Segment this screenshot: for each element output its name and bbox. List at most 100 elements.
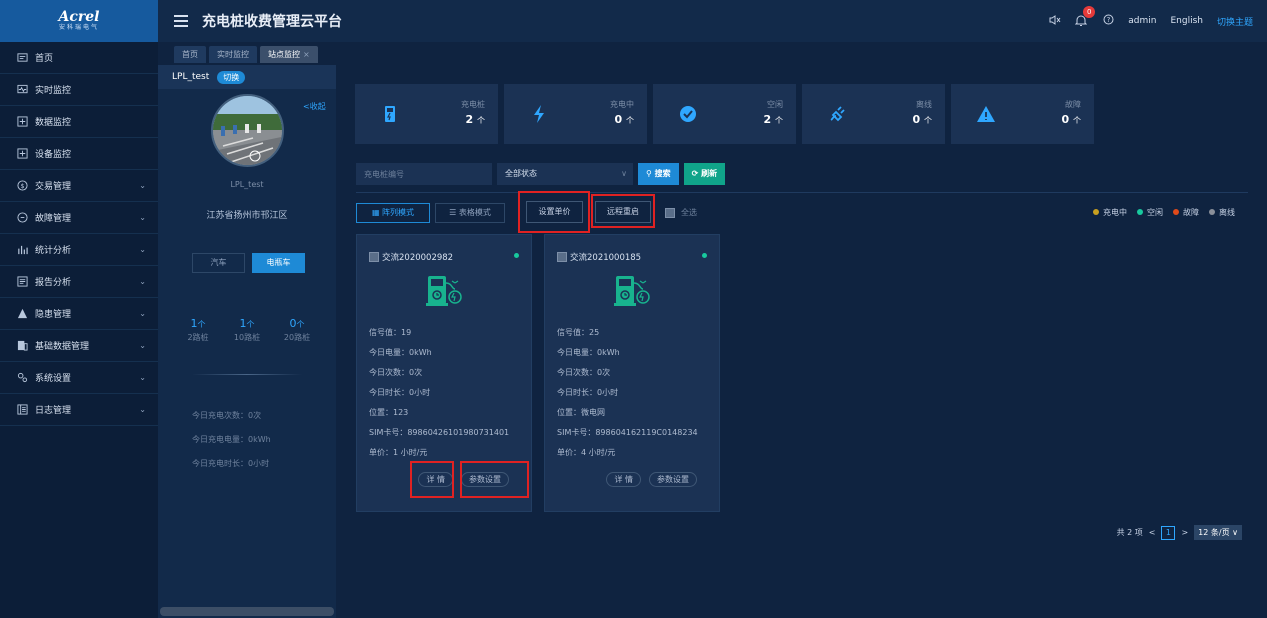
sidebar-item[interactable]: 基础数据管理 ⌄: [0, 330, 158, 362]
user-name[interactable]: admin: [1128, 16, 1156, 26]
unplugged-icon: [827, 104, 847, 124]
sidebar-item[interactable]: 系统设置 ⌄: [0, 362, 158, 394]
collapse-link[interactable]: <收起: [303, 101, 326, 112]
stat-label: 充电中: [610, 100, 634, 109]
prev-page-icon[interactable]: <: [1149, 528, 1156, 537]
settings-icon: [16, 372, 28, 384]
remote-reboot-button[interactable]: 远程重启: [595, 201, 651, 223]
legend-item: 空闲: [1137, 207, 1163, 218]
detail-button[interactable]: 详 情: [606, 472, 641, 487]
legend-label: 空闲: [1147, 208, 1163, 217]
sidebar-item[interactable]: 首页: [0, 42, 158, 74]
stats-row: 充电桩 2 个 充电中 0 个 空闲 2 个 离线 0 个 故障 0 个: [355, 84, 1094, 144]
port-stat-10: 1个 10路桩: [222, 317, 272, 343]
language-switch[interactable]: English: [1170, 16, 1203, 26]
sidebar-item-label: 系统设置: [35, 374, 72, 384]
sidebar-item[interactable]: 报告分析 ⌄: [0, 266, 158, 298]
sidebar-item[interactable]: 数据监控: [0, 106, 158, 138]
card-checkbox[interactable]: [369, 252, 379, 262]
chevron-down-icon: ⌄: [139, 277, 146, 286]
transaction-icon: $: [16, 180, 28, 192]
header: 充电桩收费管理云平台 0 ? admin English 切换主题: [158, 0, 1267, 42]
logo-brand: Acrel: [58, 9, 100, 25]
sidebar-item[interactable]: 日志管理 ⌄: [0, 394, 158, 426]
grid-mode-button[interactable]: ▦ 阵列模式: [356, 203, 430, 223]
sidebar-item-label: 数据监控: [35, 118, 72, 128]
charger-sim: SIM卡号：898604162119C0148234: [557, 428, 698, 437]
charger-card[interactable]: 交流2021000185 信号值：25 今日电量：0kWh 今日次数：0次 今日时长：0…: [544, 234, 720, 512]
tab-label: 站点监控: [268, 50, 300, 59]
today-charge-energy: 今日充电电量：0kWh: [192, 435, 271, 444]
charger-location: 位置：123: [369, 408, 409, 417]
stat-card: 充电桩 2 个: [355, 84, 498, 144]
help-icon[interactable]: ?: [1103, 14, 1114, 28]
svg-text:?: ?: [1107, 16, 1111, 24]
stat-value: 0: [614, 113, 623, 126]
warning-icon: [976, 104, 996, 124]
switch-station-button[interactable]: 切换: [217, 70, 246, 84]
sidebar-item[interactable]: 统计分析 ⌄: [0, 234, 158, 266]
sidebar-item[interactable]: 隐患管理 ⌄: [0, 298, 158, 330]
vehicle-car-button[interactable]: 汽车: [192, 253, 245, 273]
sidebar-item[interactable]: 设备监控: [0, 138, 158, 170]
switch-theme-link[interactable]: 切换主题: [1217, 15, 1253, 28]
port-stat-unit: 个: [197, 320, 206, 329]
sidebar-item-label: 日志管理: [35, 406, 72, 416]
chevron-down-icon: ∨: [621, 169, 627, 178]
next-page-icon[interactable]: >: [1181, 528, 1188, 537]
table-mode-button[interactable]: ☰ 表格模式: [435, 203, 505, 223]
station-photo: [211, 94, 284, 167]
tab[interactable]: 首页: [174, 46, 206, 63]
refresh-button[interactable]: ⟳ 刷新: [683, 163, 726, 185]
highlight-box: [460, 461, 529, 498]
status-dot: [1173, 209, 1179, 215]
station-header: LPL_test 切换: [158, 65, 336, 89]
divider: [192, 374, 302, 375]
set-price-button[interactable]: 设置单价: [526, 201, 583, 223]
port-stat-2: 1个 2路桩: [173, 317, 223, 343]
mute-icon[interactable]: [1049, 14, 1061, 28]
port-stat-value: 1: [239, 317, 247, 330]
page-number[interactable]: 1: [1161, 525, 1176, 540]
param-settings-button[interactable]: 参数设置: [649, 472, 697, 487]
search-button-label: 搜索: [654, 169, 671, 178]
select-all[interactable]: 全选: [665, 207, 697, 218]
stat-card: 离线 0 个: [802, 84, 945, 144]
pile-number-input[interactable]: [356, 163, 492, 185]
stat-value: 2: [763, 113, 772, 126]
stat-unit: 个: [1073, 116, 1081, 125]
stat-unit: 个: [477, 116, 485, 125]
monitor-icon: [16, 84, 28, 96]
close-icon[interactable]: ×: [303, 50, 310, 59]
sidebar-item-label: 首页: [35, 54, 54, 64]
tab[interactable]: 实时监控: [209, 46, 257, 63]
sidebar-item[interactable]: 故障管理 ⌄: [0, 202, 158, 234]
page-tabs: 首页 实时监控 站点监控 ×: [174, 46, 318, 63]
charger-duration: 今日时长：0小时: [557, 388, 619, 397]
tab[interactable]: 站点监控 ×: [260, 46, 318, 63]
filter-bar: 全部状态 ∨ ⚲ 搜索 ⟳ 刷新: [356, 163, 726, 185]
horizontal-scrollbar[interactable]: [160, 607, 334, 616]
stat-card: 故障 0 个: [951, 84, 1094, 144]
status-dot: [514, 253, 519, 258]
search-button[interactable]: ⚲ 搜索: [638, 163, 679, 185]
sidebar-item[interactable]: $ 交易管理 ⌄: [0, 170, 158, 202]
page-size-value: 12 条/页: [1198, 528, 1230, 537]
data-icon: [16, 116, 28, 128]
page-size-select[interactable]: 12 条/页 ∨: [1194, 525, 1242, 540]
port-stat-label: 10路桩: [233, 333, 261, 342]
select-all-checkbox[interactable]: [665, 207, 675, 218]
grid-mode-label: 阵列模式: [382, 208, 415, 217]
bell-icon[interactable]: 0: [1075, 6, 1096, 28]
sidebar-item[interactable]: 实时监控: [0, 74, 158, 106]
card-checkbox[interactable]: [557, 252, 567, 262]
status-select[interactable]: 全部状态 ∨: [497, 163, 633, 185]
port-stat-unit: 个: [296, 320, 305, 329]
hazard-icon: [16, 308, 28, 320]
chevron-down-icon: ⌄: [139, 373, 146, 382]
check-circle-icon: [678, 104, 698, 124]
vehicle-ebike-button[interactable]: 电瓶车: [252, 253, 305, 273]
charger-energy: 今日电量：0kWh: [557, 348, 620, 357]
fault-icon: [16, 212, 28, 224]
menu-toggle-icon[interactable]: [174, 15, 188, 27]
